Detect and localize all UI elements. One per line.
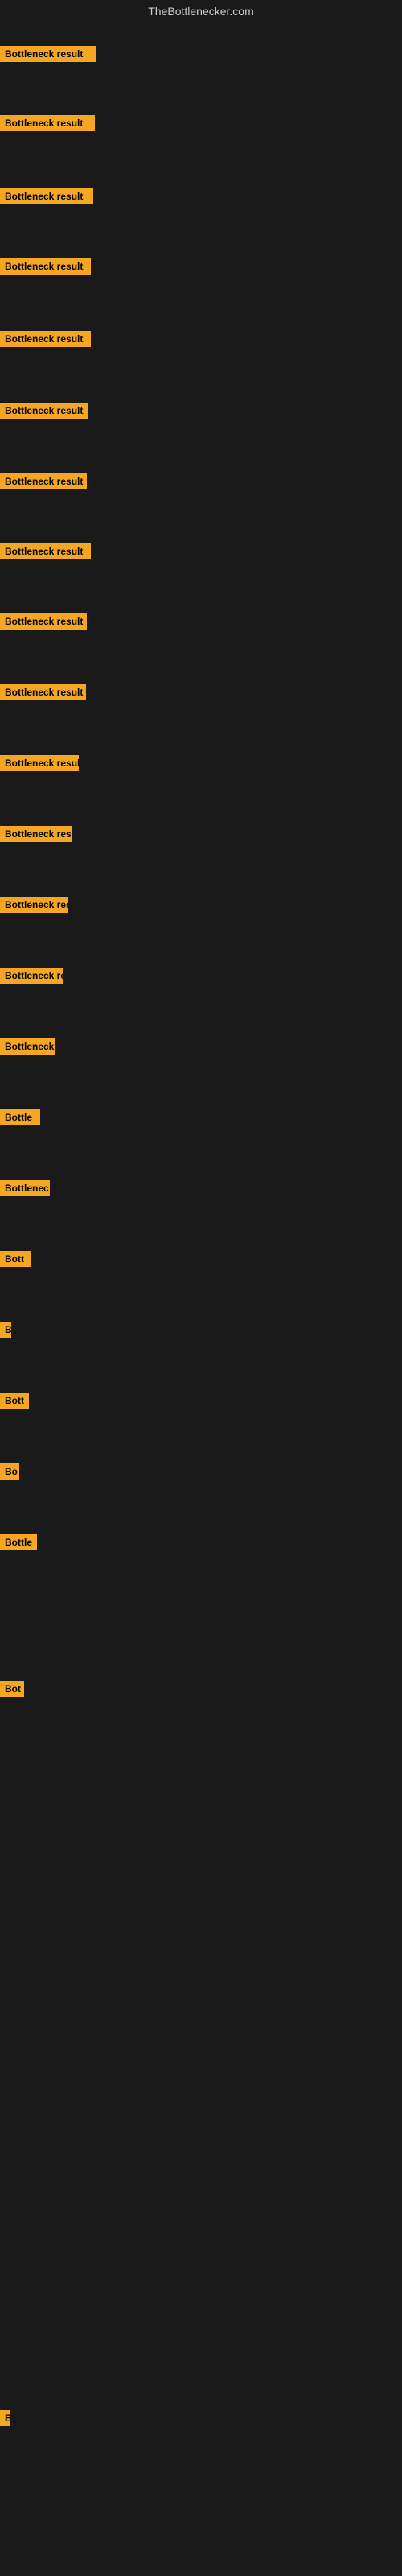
bottleneck-badge-9: Bottleneck result bbox=[0, 613, 87, 630]
bottleneck-badge-16: Bottle bbox=[0, 1109, 40, 1125]
bottleneck-badge-22: Bottle bbox=[0, 1534, 37, 1550]
bottleneck-badge-21: Bo bbox=[0, 1463, 19, 1480]
bottleneck-badge-5: Bottleneck result bbox=[0, 331, 91, 347]
bottleneck-badge-6: Bottleneck result bbox=[0, 402, 88, 419]
bottleneck-badge-24: B bbox=[0, 2410, 10, 2426]
bottleneck-badge-17: Bottlenec bbox=[0, 1180, 50, 1196]
bottleneck-badge-2: Bottleneck result bbox=[0, 115, 95, 131]
bottleneck-badge-20: Bott bbox=[0, 1393, 29, 1409]
bottleneck-badge-7: Bottleneck result bbox=[0, 473, 87, 489]
bottleneck-badge-4: Bottleneck result bbox=[0, 258, 91, 275]
bottleneck-badge-1: Bottleneck result bbox=[0, 46, 96, 62]
bottleneck-badge-11: Bottleneck resul bbox=[0, 755, 79, 771]
bottleneck-badge-13: Bottleneck resu bbox=[0, 897, 68, 913]
bottleneck-badge-12: Bottleneck resu bbox=[0, 826, 72, 842]
site-title: TheBottlenecker.com bbox=[0, 0, 402, 23]
bottleneck-badge-3: Bottleneck result bbox=[0, 188, 93, 204]
bottleneck-badge-19: B bbox=[0, 1322, 11, 1338]
bottleneck-badge-14: Bottleneck res bbox=[0, 968, 63, 984]
bottleneck-badge-10: Bottleneck result bbox=[0, 684, 86, 700]
bottleneck-badge-18: Bott bbox=[0, 1251, 31, 1267]
bottleneck-badge-23: Bot bbox=[0, 1681, 24, 1697]
bottleneck-badge-15: Bottleneck bbox=[0, 1038, 55, 1055]
bottleneck-badge-8: Bottleneck result bbox=[0, 543, 91, 559]
